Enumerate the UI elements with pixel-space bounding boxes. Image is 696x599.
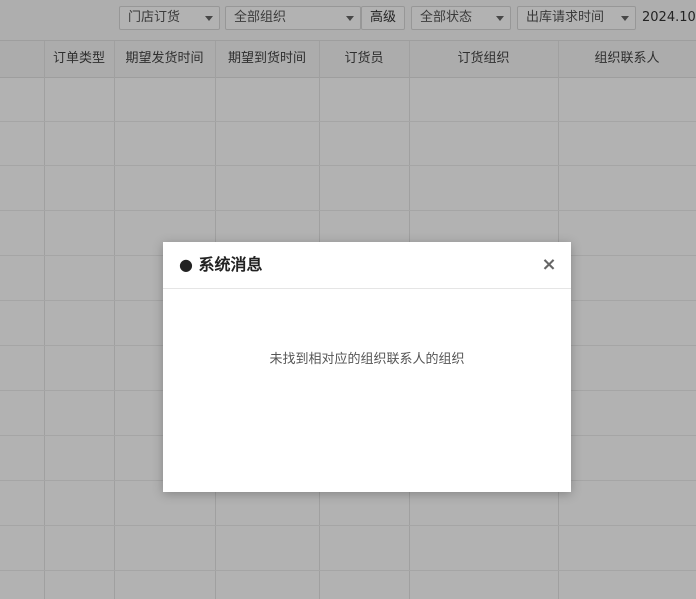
close-icon[interactable]: × bbox=[539, 255, 559, 275]
dialog-title: ● 系统消息 bbox=[179, 255, 263, 274]
system-message-dialog: ● 系统消息 × 未找到相对应的组织联系人的组织 bbox=[163, 242, 571, 492]
dialog-message: 未找到相对应的组织联系人的组织 bbox=[269, 352, 465, 367]
dialog-header: ● 系统消息 × bbox=[163, 242, 571, 289]
page: 门店订货 全部组织 高级 全部状态 出库请求时间 2024.10. 订单类型 期… bbox=[0, 0, 696, 599]
